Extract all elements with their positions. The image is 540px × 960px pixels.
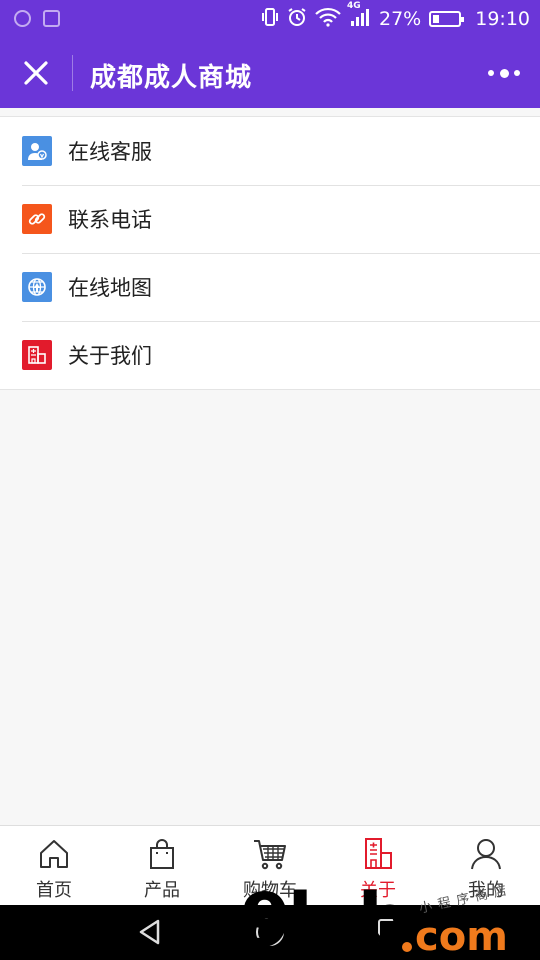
tab-mine[interactable]: 我的: [432, 826, 540, 905]
menu-item-label: 关于我们: [68, 344, 152, 368]
back-icon: [139, 919, 160, 945]
close-icon: [24, 61, 48, 85]
home-icon: [40, 840, 68, 868]
customer-service-icon: [22, 136, 52, 166]
shopping-bag-icon: [150, 839, 174, 869]
title-bar: 成都成人商城: [0, 38, 540, 108]
tab-label: 产品: [144, 880, 180, 901]
system-nav-bar: [0, 905, 540, 960]
notification-image-icon: [43, 10, 60, 27]
company-building-icon: [22, 340, 52, 370]
nav-home-button[interactable]: [256, 918, 284, 946]
screen: 4G 27% 19:10 成都成人商城 在线客服 联系电话 在线地图 关于我们 …: [0, 0, 540, 960]
company-building-icon: [365, 838, 392, 869]
globe-map-icon: [22, 272, 52, 302]
signal-type-label: 4G: [347, 0, 361, 11]
page-title: 成都成人商城: [90, 63, 253, 93]
tab-home[interactable]: 首页: [0, 826, 108, 905]
more-icon: [488, 70, 494, 76]
user-icon: [471, 839, 501, 870]
battery-icon: [429, 11, 465, 27]
battery-level: [433, 15, 440, 23]
bottom-tab-bar: 首页 产品 购物车 关于 我的: [0, 825, 540, 905]
tab-label: 购物车: [243, 880, 297, 901]
cart-icon: [254, 840, 286, 870]
battery-percent: 27%: [379, 8, 422, 30]
tab-label: 首页: [36, 880, 72, 901]
alarm-icon: [287, 7, 307, 32]
title-divider: [72, 55, 73, 91]
tab-label: 我的: [468, 880, 504, 901]
notification-app-icon: [14, 10, 31, 27]
cell-signal-icon: 4G: [347, 1, 371, 32]
status-bar: 4G 27% 19:10: [0, 0, 540, 38]
nav-back-button[interactable]: [136, 918, 164, 946]
menu-item-online-service[interactable]: 在线客服: [0, 117, 540, 185]
menu-item-contact-phone[interactable]: 联系电话: [0, 185, 540, 253]
tab-cart[interactable]: 购物车: [216, 826, 324, 905]
menu-item-label: 在线地图: [68, 276, 152, 300]
clock-time: 19:10: [475, 8, 530, 30]
menu-item-label: 在线客服: [68, 140, 152, 164]
more-button[interactable]: [488, 65, 520, 81]
about-menu-list: 在线客服 联系电话 在线地图 关于我们: [0, 116, 540, 390]
tab-products[interactable]: 产品: [108, 826, 216, 905]
menu-item-label: 联系电话: [68, 208, 152, 232]
tab-about[interactable]: 关于: [324, 826, 432, 905]
menu-item-online-map[interactable]: 在线地图: [0, 253, 540, 321]
menu-item-about-us[interactable]: 关于我们: [0, 321, 540, 389]
vibrate-icon: [261, 7, 279, 32]
wifi-icon: [315, 7, 341, 32]
nav-recent-apps-button[interactable]: [378, 919, 402, 943]
tab-label: 关于: [360, 880, 396, 901]
close-button[interactable]: [18, 55, 54, 91]
link-icon: [22, 204, 52, 234]
